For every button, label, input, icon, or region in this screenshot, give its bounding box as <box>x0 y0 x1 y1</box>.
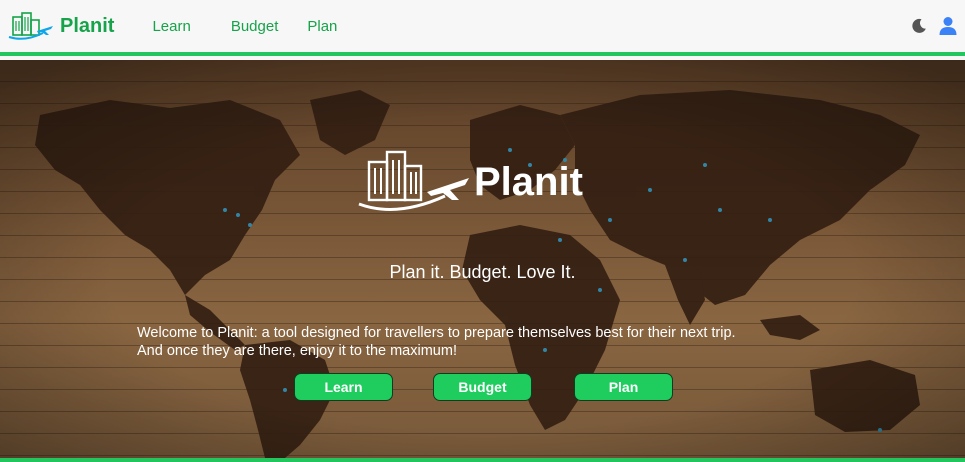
plan-button[interactable]: Plan <box>574 373 673 401</box>
planit-logo-icon <box>358 150 469 211</box>
navbar: Planit Learn Budget Plan <box>0 0 965 56</box>
welcome-line-2: And once they are there, enjoy it to the… <box>137 343 457 359</box>
nav-link-learn[interactable]: Learn <box>152 18 190 35</box>
nav-links: Learn Budget Plan <box>152 18 337 35</box>
budget-button[interactable]: Budget <box>433 373 532 401</box>
nav-right <box>911 16 957 36</box>
hero-section: Planit Plan it. Budget. Love It. Welcome… <box>0 60 965 458</box>
hero-content: Planit Plan it. Budget. Love It. Welcome… <box>0 60 965 458</box>
brand-link[interactable]: Planit <box>7 11 114 41</box>
hero-tagline: Plan it. Budget. Love It. <box>389 262 576 282</box>
user-icon[interactable] <box>939 16 957 36</box>
welcome-text: Welcome to Planit: a tool designed for t… <box>137 324 837 360</box>
nav-link-budget[interactable]: Budget <box>231 18 279 35</box>
learn-button[interactable]: Learn <box>294 373 393 401</box>
nav-link-plan[interactable]: Plan <box>307 18 337 35</box>
hero-logo-text: Planit <box>474 159 583 204</box>
brand-name: Planit <box>60 14 115 37</box>
bottom-accent-bar <box>0 458 965 462</box>
hero-logo: Planit <box>357 148 617 216</box>
welcome-line-1: Welcome to Planit: a tool designed for t… <box>137 325 736 341</box>
planit-logo-icon <box>8 12 53 40</box>
moon-icon[interactable] <box>911 18 927 34</box>
